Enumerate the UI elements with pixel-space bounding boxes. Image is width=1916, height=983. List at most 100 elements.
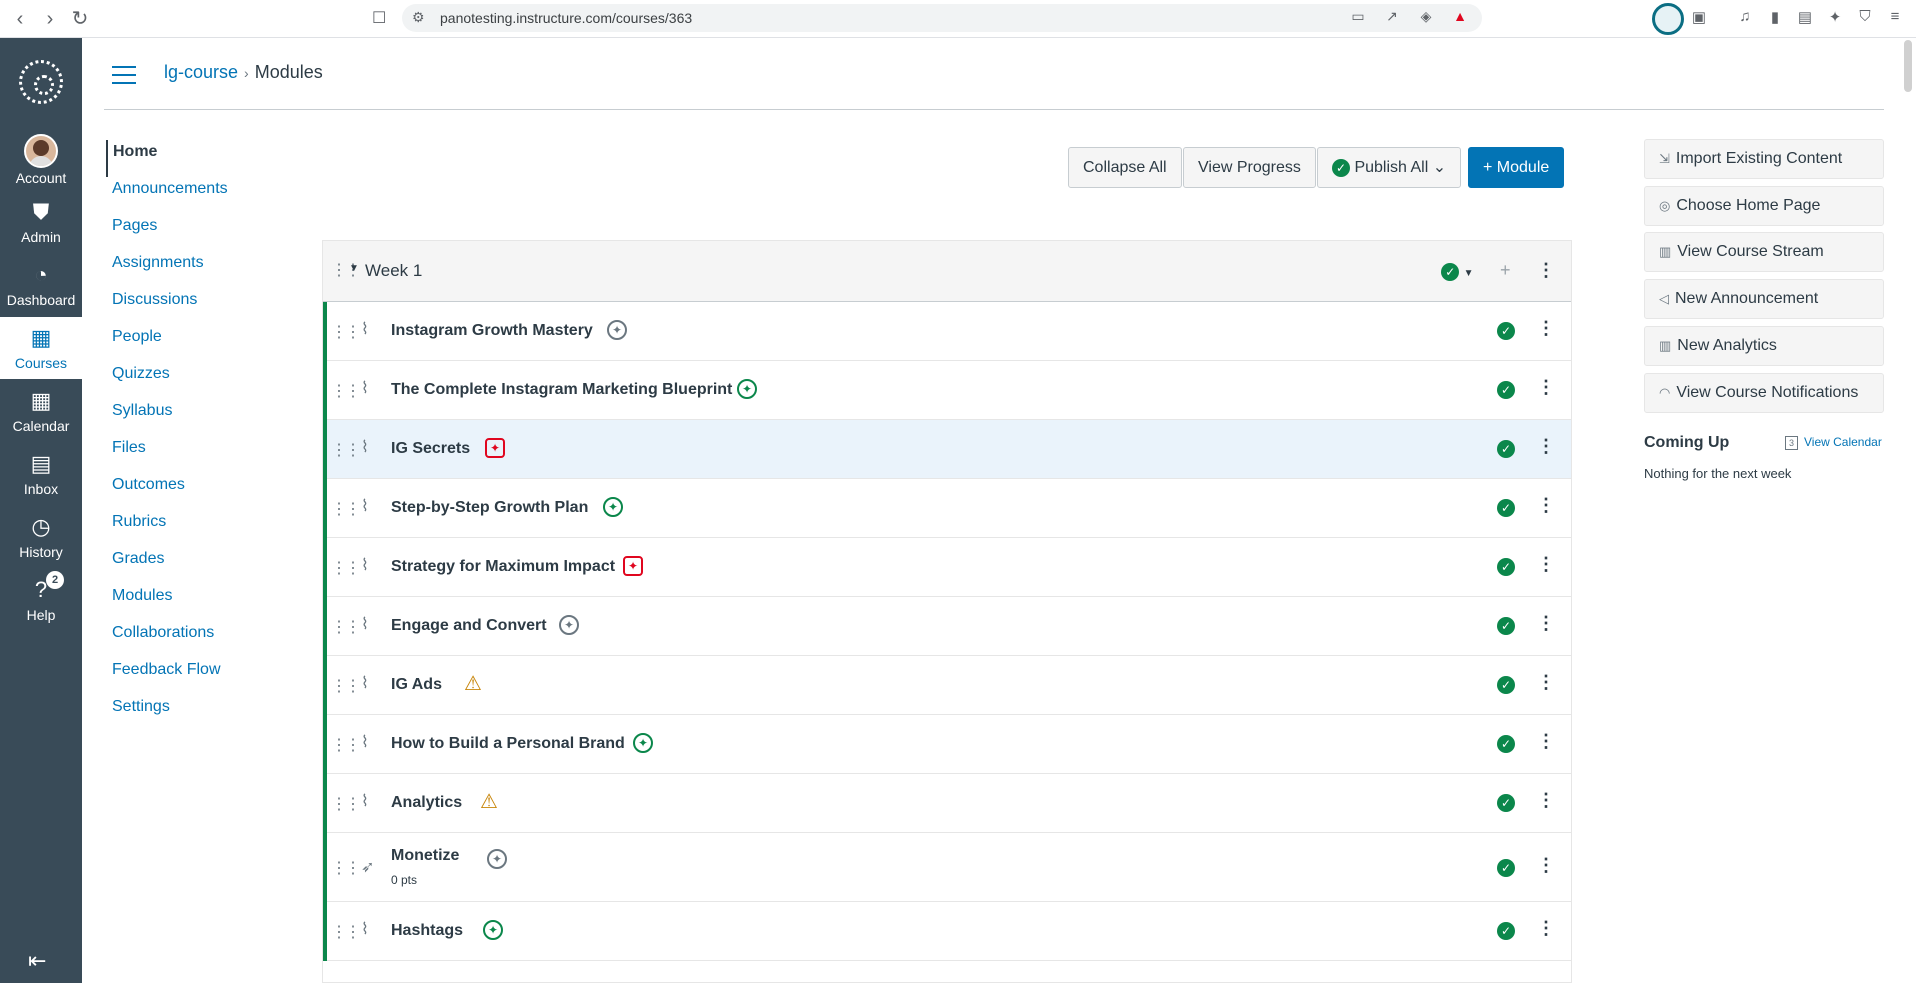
- drag-handle-icon[interactable]: ⋮⋮: [331, 858, 361, 878]
- bookmark-icon[interactable]: ☐: [372, 8, 386, 28]
- published-check-icon[interactable]: ✓: [1497, 499, 1515, 517]
- drag-handle-icon[interactable]: ⋮⋮: [331, 499, 361, 519]
- kebab-icon[interactable]: ⋮: [1537, 918, 1555, 939]
- collapse-nav-icon[interactable]: ⇤: [28, 948, 46, 974]
- global-nav-courses[interactable]: ▦ Courses: [0, 317, 82, 379]
- drag-handle-icon[interactable]: ⋮⋮: [331, 440, 361, 460]
- module-item-title[interactable]: Analytics: [391, 794, 462, 812]
- published-check-icon[interactable]: ✓: [1497, 617, 1515, 635]
- accessibility-gray-icon[interactable]: ✦: [607, 320, 627, 340]
- module-item-title[interactable]: Instagram Growth Mastery: [391, 322, 593, 340]
- global-nav-account[interactable]: Account: [0, 128, 82, 190]
- accessibility-gray-icon[interactable]: ✦: [559, 615, 579, 635]
- published-check-icon[interactable]: ✓: [1497, 322, 1515, 340]
- course-nav-files[interactable]: Files: [106, 436, 306, 473]
- kebab-icon[interactable]: ⋮: [1537, 377, 1555, 398]
- module-item-title[interactable]: Hashtags: [391, 922, 463, 940]
- new-analytics-button[interactable]: ▥ New Analytics: [1644, 326, 1884, 366]
- module-published-icon[interactable]: ✓: [1441, 262, 1460, 281]
- sparkle-icon[interactable]: ✦: [1824, 8, 1846, 26]
- module-item[interactable]: ⋮⋮ ⌇ IG Secrets ✦ ✓ ⋮: [327, 420, 1571, 479]
- global-nav-calendar[interactable]: ▦ Calendar: [0, 380, 82, 442]
- module-item-title[interactable]: Monetize: [391, 847, 459, 865]
- caret-down-icon[interactable]: ▼: [1464, 268, 1474, 279]
- published-check-icon[interactable]: ✓: [1497, 381, 1515, 399]
- reload-icon[interactable]: ↻: [68, 8, 92, 30]
- cast-icon[interactable]: ▭: [1348, 8, 1368, 25]
- global-nav-inbox[interactable]: ▤ Inbox: [0, 443, 82, 505]
- kebab-icon[interactable]: ⋮: [1537, 318, 1555, 339]
- accessibility-warning-icon[interactable]: ⚠: [479, 792, 499, 812]
- collapse-all-button[interactable]: Collapse All: [1068, 147, 1182, 188]
- kebab-icon[interactable]: ⋮: [1537, 554, 1555, 575]
- extension-icon[interactable]: ▣: [1688, 8, 1710, 26]
- view-calendar-link[interactable]: 3 View Calendar: [1785, 435, 1882, 450]
- accessibility-green-icon[interactable]: ✦: [737, 379, 757, 399]
- module-item[interactable]: ⋮⋮ ⌇ Engage and Convert ✦ ✓ ⋮: [327, 597, 1571, 656]
- course-nav-quizzes[interactable]: Quizzes: [106, 362, 306, 399]
- sidebar-icon[interactable]: ▮: [1764, 8, 1786, 26]
- course-nav-syllabus[interactable]: Syllabus: [106, 399, 306, 436]
- forward-icon[interactable]: ›: [38, 8, 62, 30]
- global-nav-history[interactable]: ◷ History: [0, 506, 82, 568]
- kebab-icon[interactable]: ⋮: [1537, 731, 1555, 752]
- module-item-title[interactable]: Step-by-Step Growth Plan: [391, 499, 588, 517]
- vpn-icon[interactable]: ⛉: [1854, 8, 1876, 25]
- module-item-title[interactable]: Strategy for Maximum Impact: [391, 558, 615, 576]
- address-bar[interactable]: ⚙ panotesting.instructure.com/courses/36…: [402, 4, 1482, 32]
- module-item-title[interactable]: IG Ads: [391, 676, 442, 694]
- publish-all-button[interactable]: ✓ Publish All ⌄: [1317, 147, 1462, 188]
- music-icon[interactable]: ♫: [1734, 8, 1756, 25]
- accessibility-green-icon[interactable]: ✦: [483, 920, 503, 940]
- module-item-title[interactable]: How to Build a Personal Brand: [391, 735, 625, 753]
- published-check-icon[interactable]: ✓: [1497, 735, 1515, 753]
- choose-home-page-button[interactable]: ◎ Choose Home Page: [1644, 186, 1884, 226]
- accessibility-green-icon[interactable]: ✦: [603, 497, 623, 517]
- module-item[interactable]: ⋮⋮ ⌇ IG Ads ⚠ ✓ ⋮: [327, 656, 1571, 715]
- new-announcement-button[interactable]: ◁ New Announcement: [1644, 279, 1884, 319]
- course-nav-feedback-flow[interactable]: Feedback Flow: [106, 658, 306, 695]
- module-item[interactable]: ⋮⋮ ⌇ How to Build a Personal Brand ✦ ✓ ⋮: [327, 715, 1571, 774]
- published-check-icon[interactable]: ✓: [1497, 922, 1515, 940]
- published-check-icon[interactable]: ✓: [1497, 676, 1515, 694]
- breadcrumb-course-link[interactable]: lg-course: [164, 62, 238, 82]
- module-item[interactable]: ⋮⋮ ➶ Monetize 0 pts ✦ ✓ ⋮: [327, 833, 1571, 902]
- published-check-icon[interactable]: ✓: [1497, 440, 1515, 458]
- site-settings-icon[interactable]: ⚙: [412, 9, 425, 26]
- add-item-icon[interactable]: +: [1500, 260, 1511, 280]
- drag-handle-icon[interactable]: ⋮⋮: [331, 322, 361, 342]
- hamburger-icon[interactable]: [112, 66, 136, 84]
- extension-icon-active[interactable]: [1652, 3, 1684, 35]
- global-nav-dashboard[interactable]: ◔ Dashboard: [0, 254, 82, 316]
- kebab-icon[interactable]: ⋮: [1537, 790, 1555, 811]
- kebab-icon[interactable]: ⋮: [1537, 495, 1555, 516]
- drag-handle-icon[interactable]: ⋮⋮: [331, 676, 361, 696]
- import-existing-content-button[interactable]: ⇲ Import Existing Content: [1644, 139, 1884, 179]
- accessibility-error-icon[interactable]: ✦: [485, 438, 505, 458]
- menu-icon[interactable]: ≡: [1884, 8, 1906, 25]
- kebab-icon[interactable]: ⋮: [1537, 672, 1555, 693]
- collapse-caret-icon[interactable]: ▼: [349, 263, 359, 274]
- wallet-icon[interactable]: ▤: [1794, 8, 1816, 26]
- module-item-title[interactable]: Engage and Convert: [391, 617, 547, 635]
- kebab-icon[interactable]: ⋮: [1537, 613, 1555, 634]
- published-check-icon[interactable]: ✓: [1497, 558, 1515, 576]
- kebab-icon[interactable]: ⋮: [1537, 855, 1555, 876]
- course-nav-pages[interactable]: Pages: [106, 214, 306, 251]
- back-icon[interactable]: ‹: [8, 8, 32, 30]
- course-nav-collaborations[interactable]: Collaborations: [106, 621, 306, 658]
- course-nav-assignments[interactable]: Assignments: [106, 251, 306, 288]
- course-nav-discussions[interactable]: Discussions: [106, 288, 306, 325]
- view-progress-button[interactable]: View Progress: [1183, 147, 1316, 188]
- drag-handle-icon[interactable]: ⋮⋮: [331, 735, 361, 755]
- canvas-logo-icon[interactable]: [19, 60, 63, 104]
- drag-handle-icon[interactable]: ⋮⋮: [331, 617, 361, 637]
- module-item[interactable]: ⋮⋮ ⌇ The Complete Instagram Marketing Bl…: [327, 361, 1571, 420]
- module-kebab-icon[interactable]: ⋮: [1537, 260, 1555, 280]
- course-nav-people[interactable]: People: [106, 325, 306, 362]
- published-check-icon[interactable]: ✓: [1497, 794, 1515, 812]
- module-item[interactable]: ⋮⋮ ⌇ Step-by-Step Growth Plan ✦ ✓ ⋮: [327, 479, 1571, 538]
- drag-handle-icon[interactable]: ⋮⋮: [331, 558, 361, 578]
- course-nav-modules[interactable]: Modules: [106, 584, 306, 621]
- module-item[interactable]: ⋮⋮ ⌇ Strategy for Maximum Impact ✦ ✓ ⋮: [327, 538, 1571, 597]
